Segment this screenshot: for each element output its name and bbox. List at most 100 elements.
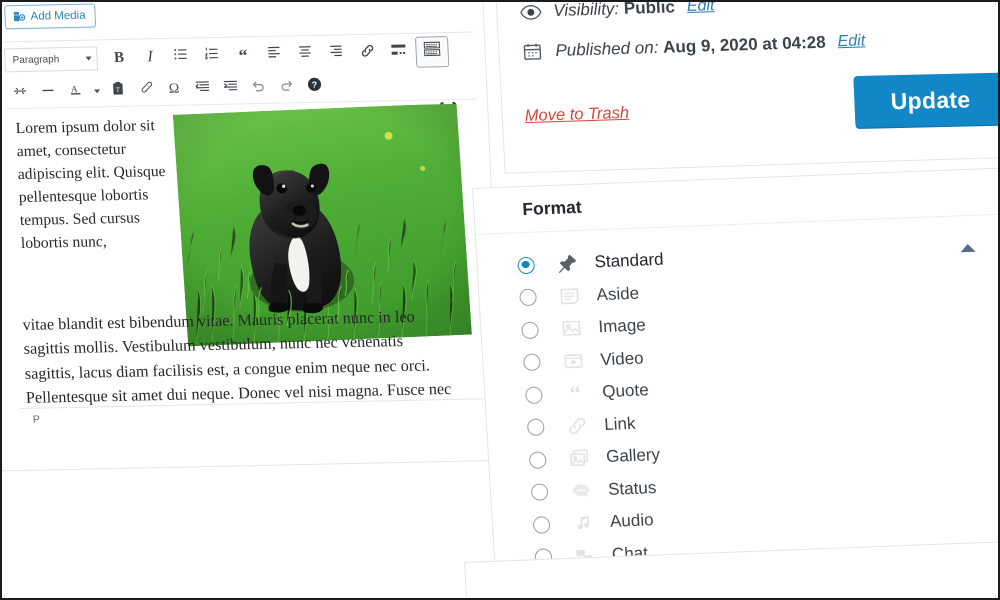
- horizontal-rule-icon: [41, 83, 56, 101]
- radio-standard[interactable]: [517, 256, 536, 275]
- clear-formatting-button[interactable]: [131, 77, 160, 104]
- link-icon: [560, 413, 595, 438]
- format-label-image: Image: [597, 315, 647, 337]
- visibility-text: Visibility: Public: [552, 0, 676, 21]
- bulleted-list-button[interactable]: [165, 42, 197, 72]
- special-character-button[interactable]: Ω: [159, 76, 188, 103]
- paste-text-icon: T: [111, 80, 126, 100]
- text-color-dropdown[interactable]: [89, 78, 104, 104]
- italic-button[interactable]: I: [134, 42, 166, 72]
- post-editor-panel: Add Media Visual Text Paragraph B I: [2, 2, 505, 472]
- kitchen-sink-icon: [423, 41, 441, 61]
- format-label-aside: Aside: [595, 283, 640, 305]
- read-more-button[interactable]: [382, 37, 414, 67]
- pin-icon: [550, 251, 585, 276]
- published-row: Published on: Aug 9, 2020 at 04:28 Edit: [521, 30, 866, 63]
- published-label: Published on:: [554, 37, 659, 61]
- publish-panel: Visibility: Public Edit Published on: Au…: [494, 0, 998, 174]
- audio-icon: [565, 511, 600, 536]
- screenshot-frame: Add Media Visual Text Paragraph B I: [0, 0, 1000, 600]
- radio-gallery[interactable]: [528, 451, 547, 469]
- move-to-trash-link[interactable]: Move to Trash: [524, 104, 629, 126]
- radio-image[interactable]: [521, 321, 540, 339]
- redo-icon: [278, 77, 294, 96]
- bold-button[interactable]: B: [103, 43, 135, 73]
- editor-paragraph-flow: vitae blandit est bibendum vitae. Mauris…: [22, 307, 452, 407]
- align-center-button[interactable]: [289, 39, 321, 69]
- format-label-link: Link: [603, 413, 636, 434]
- numbered-list-button[interactable]: [196, 41, 228, 71]
- paste-as-text-button[interactable]: T: [103, 77, 132, 104]
- format-label-audio: Audio: [609, 510, 655, 532]
- blockquote-button[interactable]: “: [227, 41, 259, 71]
- add-media-label: Add Media: [30, 9, 86, 23]
- caret-up-icon: [959, 240, 977, 258]
- radio-link[interactable]: [526, 418, 545, 437]
- insert-link-button[interactable]: [351, 38, 383, 68]
- align-right-button[interactable]: [320, 39, 352, 69]
- published-text: Published on: Aug 9, 2020 at 04:28: [555, 33, 826, 61]
- visibility-row: Visibility: Public Edit: [519, 0, 715, 23]
- update-button-label: Update: [890, 85, 971, 114]
- add-media-button[interactable]: Add Media: [4, 3, 97, 30]
- media-icon: [12, 10, 26, 23]
- radio-aside[interactable]: [519, 288, 538, 307]
- align-left-button[interactable]: [258, 40, 290, 70]
- increase-indent-button[interactable]: [215, 75, 244, 102]
- radio-audio[interactable]: [532, 515, 551, 534]
- format-panel-title: Format: [521, 196, 583, 220]
- gallery-icon: [562, 446, 597, 471]
- redo-button[interactable]: [271, 74, 300, 101]
- svg-text:T: T: [116, 86, 120, 93]
- paragraph-style-value: Paragraph: [12, 53, 60, 66]
- eraser-icon: [139, 80, 154, 99]
- bold-icon: B: [113, 49, 125, 66]
- ordered-list-icon: [204, 46, 220, 66]
- radio-quote[interactable]: [524, 386, 543, 404]
- read-more-icon: [390, 42, 407, 61]
- svg-text:?: ?: [311, 79, 317, 89]
- visibility-label: Visibility:: [552, 0, 620, 21]
- published-edit-link[interactable]: Edit: [837, 32, 866, 51]
- radio-video[interactable]: [522, 353, 541, 372]
- text-color-button[interactable]: A: [61, 78, 90, 105]
- quote-icon: “: [569, 379, 582, 406]
- indent-icon: [222, 79, 238, 97]
- unordered-list-icon: [173, 47, 189, 67]
- format-label-status: Status: [607, 477, 657, 499]
- format-panel-toggle[interactable]: [959, 240, 977, 259]
- undo-icon: [250, 78, 266, 97]
- strikethrough-icon: [13, 83, 28, 101]
- status-icon: [563, 478, 598, 503]
- toolbar-toggle-button[interactable]: [414, 35, 450, 68]
- calendar-icon: [521, 40, 544, 63]
- strikethrough-button[interactable]: [5, 79, 34, 106]
- text-color-icon: A: [68, 81, 84, 101]
- chevron-down-icon: [93, 88, 101, 93]
- align-center-icon: [297, 44, 313, 64]
- outdent-icon: [194, 80, 210, 98]
- editor-content-area[interactable]: Lorem ipsum dolor sit amet, consectetur …: [7, 103, 490, 408]
- format-panel-header: Format: [473, 168, 998, 235]
- keyboard-shortcuts-button[interactable]: ?: [299, 73, 328, 100]
- paragraph-style-select[interactable]: Paragraph: [4, 46, 99, 73]
- horizontal-line-button[interactable]: [33, 79, 62, 106]
- aside-icon: [552, 283, 587, 308]
- format-options-list: Standard Aside Image Video “ Quote Link …: [517, 237, 866, 574]
- help-icon: ?: [306, 76, 322, 96]
- editor-paragraph-column: Lorem ipsum dolor sit amet, consectetur …: [15, 117, 166, 253]
- italic-icon: I: [147, 48, 154, 66]
- format-label-quote: Quote: [601, 380, 650, 402]
- format-label-gallery: Gallery: [605, 445, 661, 467]
- radio-status[interactable]: [530, 483, 549, 502]
- published-value: Aug 9, 2020 at 04:28: [662, 32, 827, 57]
- visibility-value: Public: [623, 0, 676, 18]
- link-icon: [359, 42, 376, 63]
- visibility-edit-link[interactable]: Edit: [686, 2, 715, 16]
- omega-icon: Ω: [168, 81, 180, 97]
- decrease-indent-button[interactable]: [187, 75, 216, 102]
- video-icon: [556, 348, 591, 373]
- undo-button[interactable]: [243, 74, 272, 101]
- update-button[interactable]: Update: [853, 72, 998, 129]
- align-left-icon: [266, 45, 282, 65]
